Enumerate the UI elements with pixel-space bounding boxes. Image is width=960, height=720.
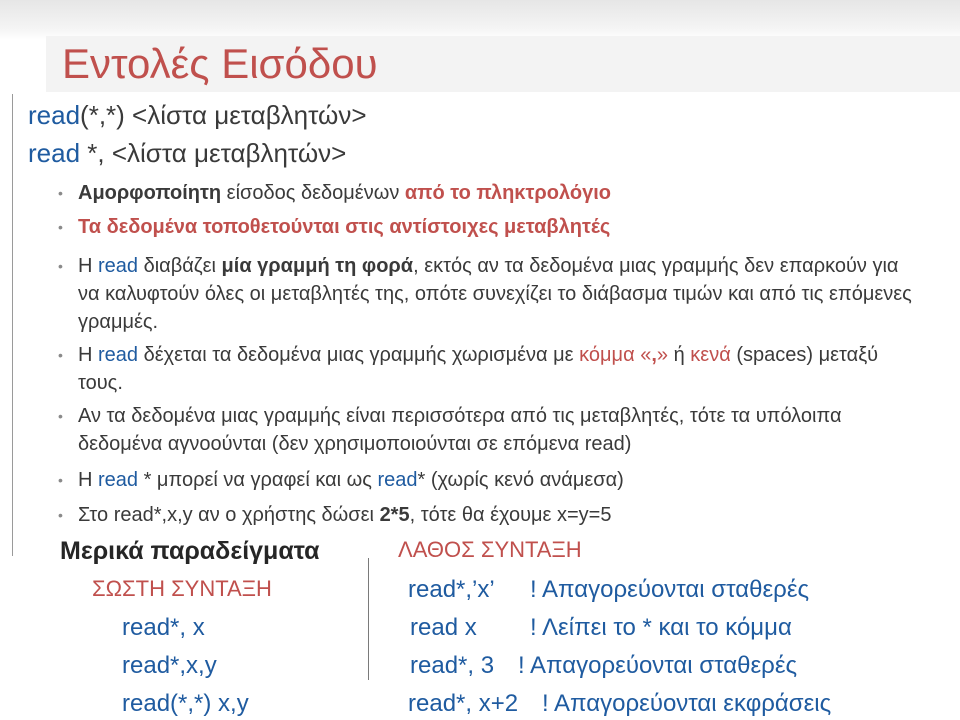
bullet-dot-icon: •	[58, 219, 63, 235]
wrong-example-comment: ! Απαγορεύονται εκφράσεις	[542, 690, 832, 717]
bullet-1: • Αμορφοποίητη είσοδος δεδομένων από το π…	[54, 179, 914, 207]
examples-divider	[368, 558, 369, 680]
wrong-example-comment: ! Απαγορεύονται σταθερές	[530, 576, 810, 603]
correct-syntax-label: ΣΩΣΤΗ ΣΥΝΤΑΞΗ	[92, 576, 272, 601]
page-title: Εντολές Εισόδου	[62, 40, 378, 87]
syntax-line-2: read *, <λίστα μεταβλητών>	[28, 138, 346, 169]
wrong-example-comment: ! Λείπει το * και το κόμμα	[530, 614, 792, 641]
examples-heading: Μερικά παραδείγματα	[60, 537, 320, 565]
correct-example: read*, x	[122, 614, 205, 641]
bullet-3: • Η read διαβάζει μία γραμμή τη φορά, εκτ…	[54, 252, 914, 336]
bullet-dot-icon: •	[58, 408, 63, 424]
wrong-example-code: read*, x+2	[408, 690, 519, 717]
bullet-6: • Η read * μπορεί να γραφεί και ως read* …	[54, 466, 914, 494]
bullet-dot-icon: •	[58, 472, 63, 488]
wrong-syntax-label: ΛΑΘΟΣ ΣΥΝΤΑΞΗ	[398, 537, 582, 562]
wrong-example-comment: ! Απαγορεύονται σταθερές	[518, 652, 798, 679]
bullet-5: • Αν τα δεδομένα μιας γραμμής είναι περισ…	[54, 402, 914, 458]
bullet-dot-icon: •	[58, 258, 63, 274]
bullet-4: • Η read δέχεται τα δεδομένα μιας γραμμής…	[54, 341, 914, 397]
read-keyword: read	[28, 138, 81, 168]
wrong-example-code: read*,’x’	[408, 576, 495, 603]
left-rule	[12, 94, 13, 556]
syntax-line-1: read(*,*) <λίστα μεταβλητών>	[28, 100, 367, 131]
bullet-dot-icon: •	[58, 185, 63, 201]
bullet-2: • Τα δεδομένα τοποθετούνται στις αντίστοι…	[54, 213, 914, 241]
wrong-example-code: read*, 3	[410, 652, 495, 679]
syntax-rest: *, <λίστα μεταβλητών>	[80, 138, 347, 168]
correct-example: read(*,*) x,y	[122, 690, 249, 717]
bullet-7: • Στο read*,x,y αν ο χρήστης δώσει 2*5, τ…	[54, 501, 914, 529]
bullet-dot-icon: •	[58, 507, 63, 523]
correct-example: read*,x,y	[122, 652, 217, 679]
syntax-rest: (*,*) <λίστα μεταβλητών>	[80, 100, 367, 130]
bullet-dot-icon: •	[58, 347, 63, 363]
wrong-example-code: read x	[410, 614, 477, 641]
read-keyword: read	[28, 100, 81, 130]
top-band	[0, 0, 960, 40]
